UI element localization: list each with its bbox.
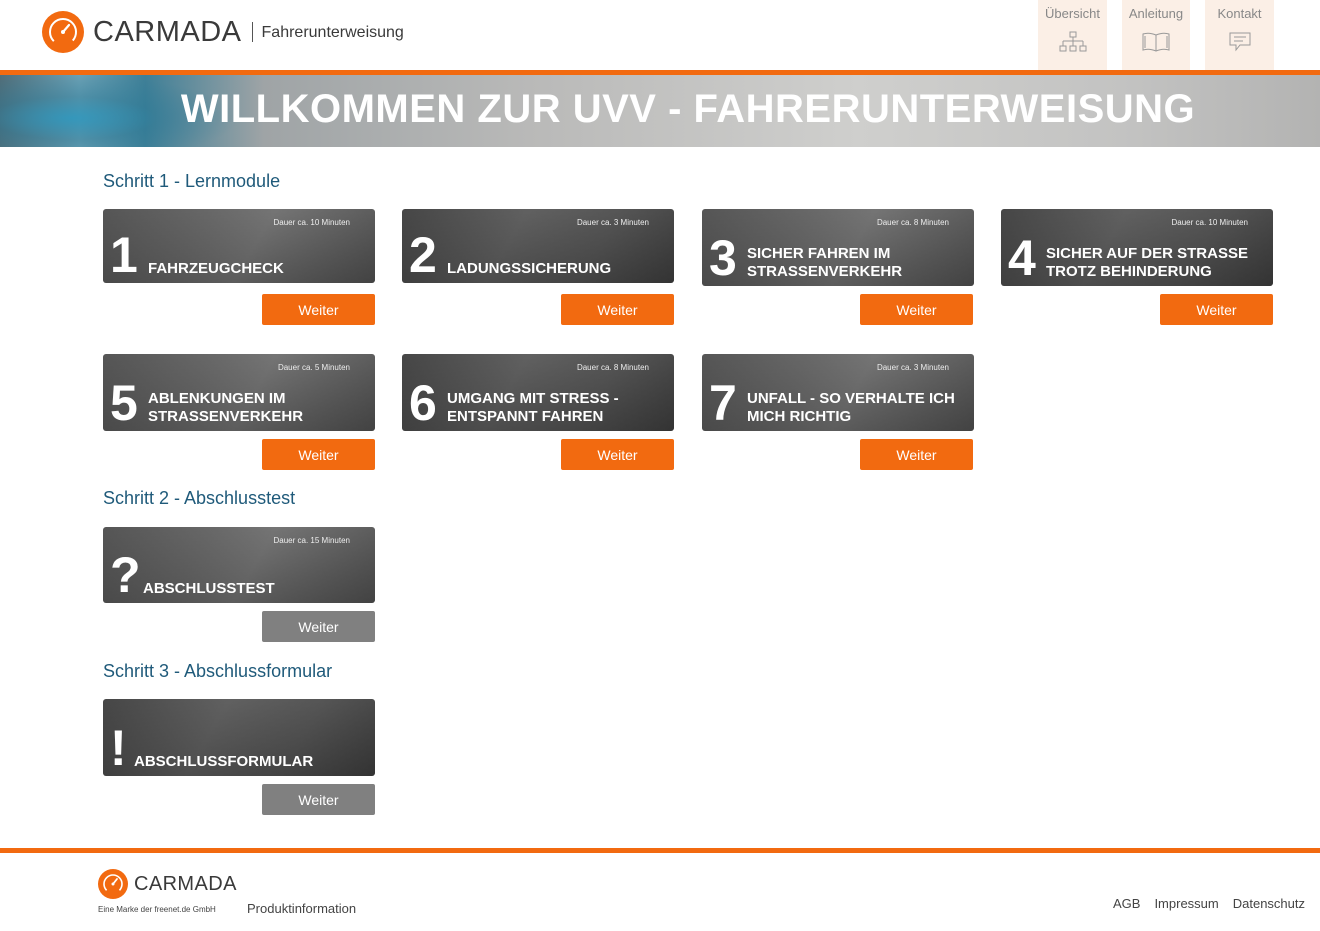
nav-kontakt[interactable]: Kontakt [1205,0,1274,70]
module-title: UMGANG MIT STRESS - ENTSPANNT FAHREN [447,390,619,426]
abschlusstest-card[interactable]: Dauer ca. 15 Minuten ? ABSCHLUSSTEST [103,527,375,603]
module-6-weiter-button[interactable]: Weiter [561,439,674,470]
module-number: 7 [709,375,737,431]
module-title: SICHER FAHREN IM STRASSENVERKEHR [747,245,902,281]
book-icon [1141,31,1171,58]
module-card-3[interactable]: Dauer ca. 8 Minuten 3 SICHER FAHREN IM S… [702,209,974,286]
module-title-line1: ABLENKUNGEN IM [148,390,286,407]
step2-title: Schritt 2 - Abschlusstest [103,488,296,508]
module-duration: Dauer ca. 5 Minuten [277,363,350,372]
module-title: SICHER AUF DER STRASSE TROTZ BEHINDERUNG [1046,245,1248,281]
module-title: UNFALL - SO VERHALTE ICH MICH RICHTIG [747,390,955,426]
carmada-logo[interactable]: CARMADA Fahrerunterweisung [42,11,404,53]
top-navigation: Übersicht Anleitung Kontakt [1038,0,1274,70]
nav-anleitung-label: Anleitung [1128,6,1184,21]
footer-links: AGB Impressum Datenschutz [1113,896,1305,911]
module-number: 2 [409,227,437,283]
abschlussformular-weiter-button[interactable]: Weiter [262,784,375,815]
module-title-line2: MICH RICHTIG [747,408,852,425]
hero-banner: WILLKOMMEN ZUR UVV - FAHRERUNTERWEISUNG [0,75,1320,147]
footer-accent-bar [0,848,1320,853]
brand-subtitle: Fahrerunterweisung [261,24,404,41]
module-4-weiter-button[interactable]: Weiter [1160,294,1273,325]
module-title: LADUNGSSICHERUNG [447,260,612,277]
speedometer-icon [98,869,128,899]
brand-divider [251,22,253,42]
module-title: FAHRZEUGCHECK [148,260,284,277]
module-2-weiter-button[interactable]: Weiter [561,294,674,325]
module-card-7[interactable]: Dauer ca. 3 Minuten 7 UNFALL - SO VERHAL… [702,354,974,431]
datenschutz-link[interactable]: Datenschutz [1233,896,1305,911]
speedometer-icon [42,11,84,53]
module-title-line1: UNFALL - SO VERHALTE ICH [747,390,955,407]
header: CARMADA Fahrerunterweisung Übersicht Anl… [0,0,1320,70]
module-number: 1 [110,227,138,283]
module-title-line2: STRASSENVERKEHR [747,263,903,280]
abschlussformular-card[interactable]: ! ABSCHLUSSFORMULAR [103,699,375,776]
step3-title: Schritt 3 - Abschlussformular [103,661,333,681]
hero-title: WILLKOMMEN ZUR UVV - FAHRERUNTERWEISUNG [180,87,1196,131]
nav-uebersicht[interactable]: Übersicht [1038,0,1107,70]
produktinformation-link[interactable]: Produktinformation [247,901,356,916]
module-duration: Dauer ca. 10 Minuten [273,218,351,227]
exclamation-icon: ! [110,720,127,776]
module-card-4[interactable]: Dauer ca. 10 Minuten 4 SICHER AUF DER ST… [1001,209,1273,286]
nav-anleitung[interactable]: Anleitung [1122,0,1190,70]
test-duration: Dauer ca. 15 Minuten [273,536,351,545]
module-card-5[interactable]: Dauer ca. 5 Minuten 5 ABLENKUNGEN IM STR… [103,354,375,431]
module-7-weiter-button[interactable]: Weiter [860,439,973,470]
module-card-2[interactable]: Dauer ca. 3 Minuten 2 LADUNGSSICHERUNG [402,209,674,283]
agb-link[interactable]: AGB [1113,896,1140,911]
module-3-weiter-button[interactable]: Weiter [860,294,973,325]
module-number: 5 [110,375,138,431]
module-title-line1: SICHER AUF DER STRASSE [1046,245,1248,262]
module-duration: Dauer ca. 3 Minuten [576,218,649,227]
module-number: 3 [709,230,737,286]
module-duration: Dauer ca. 8 Minuten [876,218,949,227]
module-number: 4 [1008,230,1036,286]
module-title-line1: SICHER FAHREN IM [747,245,891,262]
footer-brand-name: CARMADA [134,872,237,895]
nav-uebersicht-label: Übersicht [1045,6,1100,21]
question-mark-icon: ? [110,547,141,603]
chat-icon [1228,31,1252,58]
module-title-line2: STRASSENVERKEHR [148,408,304,425]
module-title-line2: TROTZ BEHINDERUNG [1046,263,1212,280]
module-number: 6 [409,375,437,431]
module-title-line1: UMGANG MIT STRESS - [447,390,619,407]
module-title-line2: ENTSPANNT FAHREN [447,408,604,425]
footer-logo[interactable]: CARMADA [98,869,237,899]
module-duration: Dauer ca. 10 Minuten [1171,218,1249,227]
module-1-weiter-button[interactable]: Weiter [262,294,375,325]
test-title: ABSCHLUSSTEST [143,580,275,597]
module-5-weiter-button[interactable]: Weiter [262,439,375,470]
sitemap-icon [1059,31,1087,58]
module-card-1[interactable]: Dauer ca. 10 Minuten 1 FAHRZEUGCHECK [103,209,375,283]
module-duration: Dauer ca. 3 Minuten [876,363,949,372]
impressum-link[interactable]: Impressum [1154,896,1218,911]
module-title: ABLENKUNGEN IM STRASSENVERKEHR [148,390,303,426]
nav-kontakt-label: Kontakt [1217,6,1262,21]
step1-title: Schritt 1 - Lernmodule [103,171,281,191]
footer-tagline: Eine Marke der freenet.de GmbH [98,905,216,914]
abschlusstest-weiter-button[interactable]: Weiter [262,611,375,642]
form-title: ABSCHLUSSFORMULAR [134,753,314,770]
brand-name: CARMADA [93,15,242,48]
module-duration: Dauer ca. 8 Minuten [576,363,649,372]
module-card-6[interactable]: Dauer ca. 8 Minuten 6 UMGANG MIT STRESS … [402,354,674,431]
